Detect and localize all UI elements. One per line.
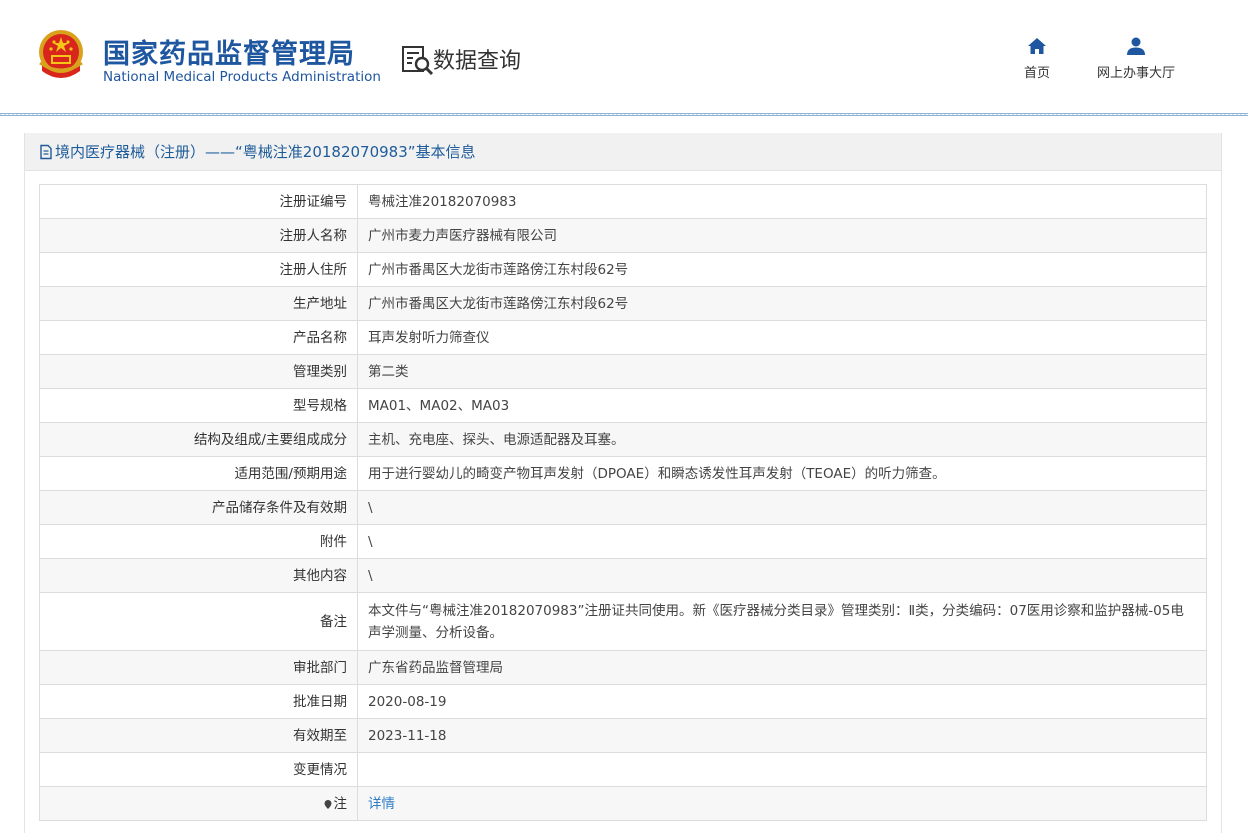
table-row: 适用范围/预期用途 用于进行婴幼儿的畸变产物耳声发射（DPOAE）和瞬态诱发性耳声… <box>39 456 1207 491</box>
map-pin-icon <box>324 799 331 809</box>
row-value: \ <box>357 490 1207 525</box>
row-value: 广州市麦力声医疗器械有限公司 <box>357 218 1207 253</box>
table-row: 其他内容 \ <box>39 558 1207 593</box>
table-row: 生产地址 广州市番禺区大龙街市莲路傍江东村段62号 <box>39 286 1207 321</box>
table-row: 结构及组成/主要组成成分 主机、充电座、探头、电源适配器及耳塞。 <box>39 422 1207 457</box>
row-label: 变更情况 <box>39 752 358 787</box>
table-row: 注 详情 <box>39 786 1207 821</box>
table-row: 产品名称 耳声发射听力筛查仪 <box>39 320 1207 355</box>
row-value: 2023-11-18 <box>357 718 1207 753</box>
org-name-en: National Medical Products Administration <box>103 69 381 85</box>
row-label: 其他内容 <box>39 558 358 593</box>
row-label: 批准日期 <box>39 684 358 719</box>
details-link[interactable]: 详情 <box>368 796 395 812</box>
row-value: \ <box>357 558 1207 593</box>
table-row: 变更情况 <box>39 752 1207 787</box>
table-row: 备注 本文件与“粤械注准20182070983”注册证共同使用。新《医疗器械分类目… <box>39 592 1207 651</box>
row-value: 2020-08-19 <box>357 684 1207 719</box>
row-value: 本文件与“粤械注准20182070983”注册证共同使用。新《医疗器械分类目录》… <box>357 592 1207 651</box>
row-value: 用于进行婴幼儿的畸变产物耳声发射（DPOAE）和瞬态诱发性耳声发射（TEOAE）… <box>357 456 1207 491</box>
table-row: 审批部门 广东省药品监督管理局 <box>39 650 1207 685</box>
row-label: 生产地址 <box>39 286 358 321</box>
row-label: 附件 <box>39 524 358 559</box>
panel-header: 境内医疗器械（注册）——“粤械注准20182070983”基本信息 <box>25 133 1221 171</box>
national-emblem-icon <box>39 30 83 78</box>
row-label: 产品名称 <box>39 320 358 355</box>
row-label: 注册人名称 <box>39 218 358 253</box>
document-icon <box>40 144 52 159</box>
detail-panel: 境内医疗器械（注册）——“粤械注准20182070983”基本信息 注册证编号粤… <box>24 133 1222 833</box>
row-value: 第二类 <box>357 354 1207 389</box>
row-label: 注册证编号 <box>39 184 358 219</box>
row-value: 粤械注准20182070983 <box>357 184 1207 219</box>
table-row: 有效期至 2023-11-18 <box>39 718 1207 753</box>
home-icon <box>1028 38 1046 54</box>
table-row: 型号规格 MA01、MA02、MA03 <box>39 388 1207 423</box>
row-value: 主机、充电座、探头、电源适配器及耳塞。 <box>357 422 1207 457</box>
org-name-cn: 国家药品监督管理局 <box>103 39 355 70</box>
row-value: 耳声发射听力筛查仪 <box>357 320 1207 355</box>
row-label: 管理类别 <box>39 354 358 389</box>
row-value: \ <box>357 524 1207 559</box>
row-value: 广州市番禺区大龙街市莲路傍江东村段62号 <box>357 252 1207 287</box>
nav-online-hall[interactable]: 网上办事大厅 <box>1097 36 1175 81</box>
table-row: 注册人住所 广州市番禺区大龙街市莲路傍江东村段62号 <box>39 252 1207 287</box>
site-header: 国家药品监督管理局 National Medical Products Admi… <box>0 0 1248 116</box>
table-row: 注册证编号 粤械注准20182070983 <box>39 184 1207 219</box>
table-row: 注册人名称 广州市麦力声医疗器械有限公司 <box>39 218 1207 253</box>
row-value <box>357 752 1207 787</box>
data-query-icon <box>402 46 434 76</box>
row-label: 结构及组成/主要组成成分 <box>39 422 358 457</box>
row-label: 备注 <box>39 592 358 651</box>
row-value: 广州市番禺区大龙街市莲路傍江东村段62号 <box>357 286 1207 321</box>
table-row: 附件 \ <box>39 524 1207 559</box>
nav-home-label: 首页 <box>1024 66 1051 81</box>
table-row: 产品储存条件及有效期 \ <box>39 490 1207 525</box>
table-row: 批准日期 2020-08-19 <box>39 684 1207 719</box>
header-divider <box>0 113 1248 116</box>
note-label: 注 <box>333 795 348 812</box>
row-value: 广东省药品监督管理局 <box>357 650 1207 685</box>
row-label: 注册人住所 <box>39 252 358 287</box>
row-value: MA01、MA02、MA03 <box>357 388 1207 423</box>
user-icon <box>1127 37 1145 55</box>
note-value-cell: 详情 <box>357 786 1207 821</box>
nav-home[interactable]: 首页 <box>1024 36 1050 81</box>
row-label: 型号规格 <box>39 388 358 423</box>
panel-title: 境内医疗器械（注册）——“粤械注准20182070983”基本信息 <box>55 143 476 161</box>
data-query-title: 数据查询 <box>433 49 522 74</box>
row-label: 有效期至 <box>39 718 358 753</box>
note-label-cell: 注 <box>39 786 358 821</box>
registration-info-table: 注册证编号 粤械注准20182070983 注册人名称 广州市麦力声医疗器械有限公司… <box>39 184 1207 821</box>
row-label: 产品储存条件及有效期 <box>39 490 358 525</box>
nav-online-hall-label: 网上办事大厅 <box>1097 66 1176 81</box>
row-label: 审批部门 <box>39 650 358 685</box>
table-row: 管理类别 第二类 <box>39 354 1207 389</box>
row-label: 适用范围/预期用途 <box>39 456 358 491</box>
